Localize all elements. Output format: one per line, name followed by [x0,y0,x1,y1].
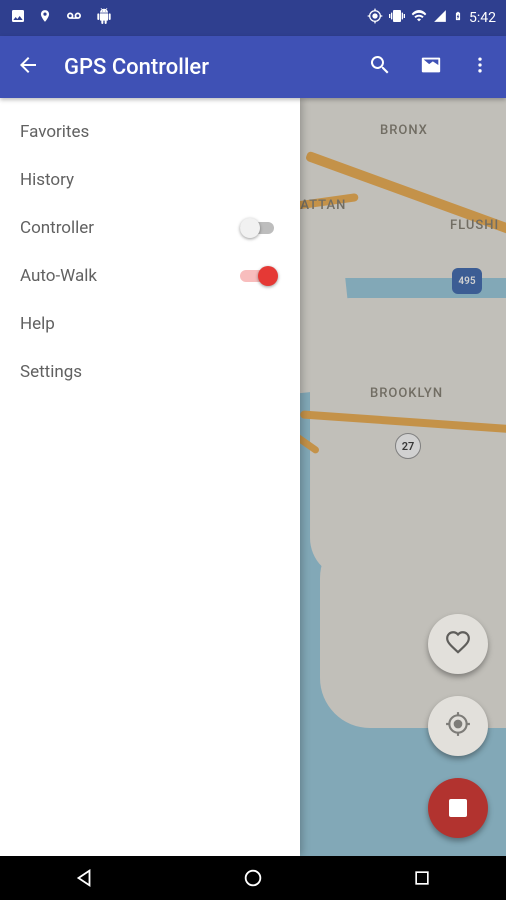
controller-toggle[interactable] [240,216,280,240]
map-mode-icon[interactable] [418,54,444,80]
voicemail-icon [64,9,84,27]
system-nav-bar [0,856,506,900]
drawer-item-favorites[interactable]: Favorites [0,108,300,156]
drawer-item-label: Auto-Walk [20,266,97,286]
drawer-item-settings[interactable]: Settings [0,348,300,396]
android-icon [96,8,112,28]
navigation-drawer: Favorites History Controller Auto-Walk H… [0,98,300,856]
drawer-item-controller[interactable]: Controller [0,204,300,252]
app-title: GPS Controller [64,55,209,80]
vibrate-icon [389,8,405,28]
drawer-item-label: History [20,170,74,190]
drawer-item-label: Controller [20,218,94,238]
drawer-item-label: Settings [20,362,82,382]
image-icon [10,8,26,28]
back-button[interactable] [16,53,40,81]
location-icon [38,9,52,27]
battery-icon [453,8,463,28]
stop-icon [449,799,467,817]
drawer-item-label: Favorites [20,122,89,142]
crosshair-icon [445,711,471,741]
status-time: 5:42 [469,10,496,26]
heart-icon [445,629,471,659]
overflow-icon[interactable] [470,55,490,79]
drawer-item-history[interactable]: History [0,156,300,204]
signal-icon [433,9,447,27]
nav-recent-button[interactable] [407,863,437,893]
stop-fab[interactable] [428,778,488,838]
drawer-item-help[interactable]: Help [0,300,300,348]
drawer-item-autowalk[interactable]: Auto-Walk [0,252,300,300]
autowalk-toggle[interactable] [240,264,280,288]
gps-icon [367,8,383,28]
locate-fab[interactable] [428,696,488,756]
search-icon[interactable] [368,53,392,81]
favorite-fab[interactable] [428,614,488,674]
wifi-icon [411,8,427,28]
nav-back-button[interactable] [69,863,99,893]
nav-home-button[interactable] [238,863,268,893]
drawer-item-label: Help [20,314,55,334]
status-bar: 5:42 [0,0,506,36]
content-area: BRONX HATTAN FLUSHI BROOKLYN 27 495 Favo… [0,98,506,856]
app-bar: GPS Controller [0,36,506,98]
